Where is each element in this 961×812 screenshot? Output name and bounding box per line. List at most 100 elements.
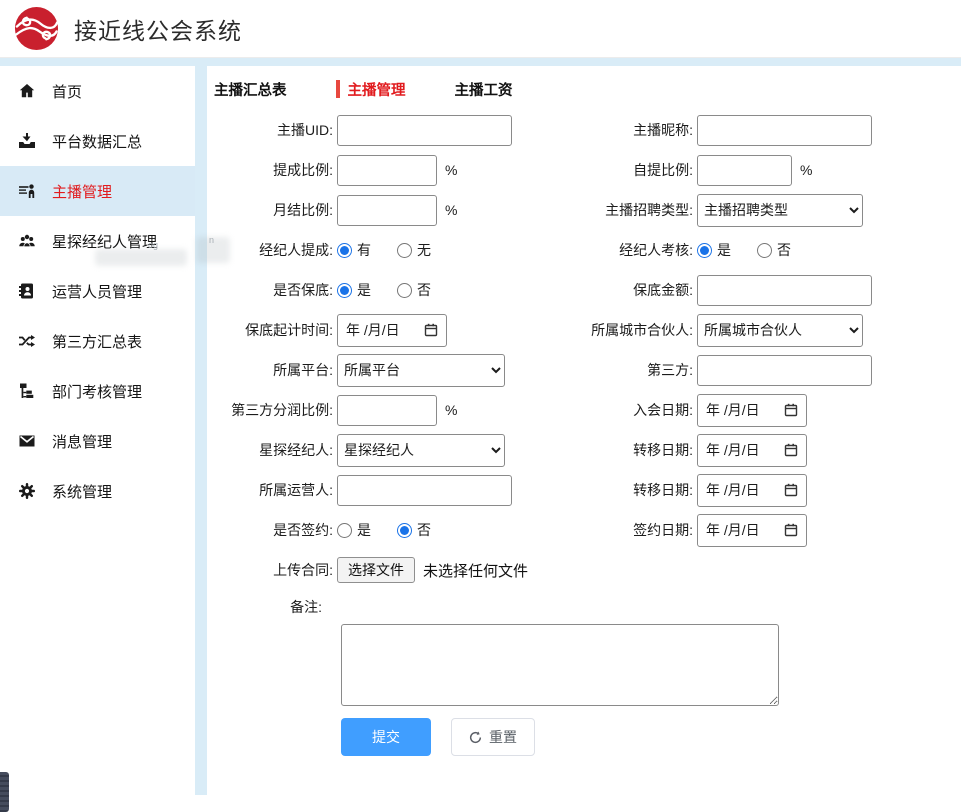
field-label: 所属平台: (211, 360, 337, 380)
field-label: 主播招聘类型: (577, 200, 697, 220)
platform-select[interactable]: 所属平台 (337, 354, 505, 387)
form-actions: 提交 重置 (341, 718, 961, 756)
agent-assess-radio-yes[interactable]: 是 (697, 240, 731, 260)
sidebar-item-anchor-mgmt[interactable]: 主播管理 (0, 166, 195, 216)
field-label: 保底金额: (577, 280, 697, 300)
field-label: 转移日期: (577, 480, 697, 500)
calendar-icon[interactable] (784, 403, 798, 417)
field-label: 是否签约: (211, 520, 337, 540)
sidebar-item-operator-mgmt[interactable]: 运营人员管理 (0, 266, 195, 316)
form-row: 保底金额: (577, 270, 961, 310)
calendar-icon[interactable] (424, 323, 438, 337)
percent-suffix: % (445, 202, 457, 218)
app-header: 接近线公会系统 (0, 0, 961, 58)
form-row: 星探经纪人: 星探经纪人 (211, 430, 577, 470)
field-label: 提成比例: (211, 160, 337, 180)
sidebar-item-label: 运营人员管理 (52, 281, 142, 302)
watermark-smudge (196, 237, 230, 263)
anchor-form: 主播UID: 提成比例: % 月结比例: % 经纪人提成: (211, 110, 961, 756)
tab-bar: 主播汇总表 主播管理 主播工资 (211, 76, 961, 102)
radio-input[interactable] (337, 243, 352, 258)
sidebar-item-home[interactable]: 首页 (0, 66, 195, 116)
radio-input[interactable] (697, 243, 712, 258)
tab-anchor-salary[interactable]: 主播工资 (455, 79, 513, 100)
watermark-smudge (95, 249, 187, 266)
calendar-icon[interactable] (784, 483, 798, 497)
form-row: 主播UID: (211, 110, 577, 150)
sign-contract-radio-no[interactable]: 否 (397, 520, 431, 540)
tab-anchor-summary[interactable]: 主播汇总表 (214, 79, 287, 100)
anchor-nickname-input[interactable] (697, 115, 872, 146)
file-status-text: 未选择任何文件 (423, 560, 528, 581)
scout-agent-select[interactable]: 星探经纪人 (337, 434, 505, 467)
sign-contract-radio-yes[interactable]: 是 (337, 520, 371, 540)
transfer-date-input-2[interactable]: 年 /月/日 (697, 474, 807, 507)
guarantee-radio-no[interactable]: 否 (397, 280, 431, 300)
refresh-icon (469, 731, 482, 744)
form-row: 主播昵称: (577, 110, 961, 150)
radio-input[interactable] (397, 283, 412, 298)
field-label: 是否保底: (211, 280, 337, 300)
sidebar-item-message-mgmt[interactable]: 消息管理 (0, 416, 195, 466)
third-party-input[interactable] (697, 355, 872, 386)
monthly-settle-ratio-input[interactable] (337, 195, 437, 226)
sidebar-item-third-party-summary[interactable]: 第三方汇总表 (0, 316, 195, 366)
field-label: 主播UID: (211, 120, 337, 140)
form-row: 转移日期: 年 /月/日 (577, 470, 961, 510)
form-row: 提成比例: % (211, 150, 577, 190)
city-partner-select[interactable]: 所属城市合伙人 (697, 314, 863, 347)
sidebar-item-label: 首页 (52, 81, 82, 102)
form-row: 所属运营人: (211, 470, 577, 510)
sidebar-item-label: 主播管理 (52, 181, 112, 202)
radio-input[interactable] (337, 523, 352, 538)
agent-assess-radio-no[interactable]: 否 (757, 240, 791, 260)
field-label: 转移日期: (577, 440, 697, 460)
field-label: 所属运营人: (211, 480, 337, 500)
field-label: 经纪人考核: (577, 240, 697, 260)
form-row: 是否签约: 是 否 (211, 510, 577, 550)
operator-input[interactable] (337, 475, 512, 506)
commission-ratio-input[interactable] (337, 155, 437, 186)
agent-commission-radio-yes[interactable]: 有 (337, 240, 371, 260)
edge-widget-handle[interactable] (0, 772, 9, 812)
reset-button[interactable]: 重置 (451, 718, 535, 756)
anchor-uid-input[interactable] (337, 115, 512, 146)
app-title: 接近线公会系统 (74, 12, 242, 46)
join-date-input[interactable]: 年 /月/日 (697, 394, 807, 427)
address-book-icon (17, 282, 37, 300)
choose-file-button[interactable]: 选择文件 (337, 557, 415, 583)
radio-input[interactable] (337, 283, 352, 298)
form-row: 第三方: (577, 350, 961, 390)
sidebar-item-label: 消息管理 (52, 431, 112, 452)
submit-button[interactable]: 提交 (341, 718, 431, 756)
active-tab-marker (336, 80, 340, 98)
remark-textarea[interactable] (341, 624, 779, 706)
field-label: 上传合同: (211, 560, 337, 580)
transfer-date-input[interactable]: 年 /月/日 (697, 434, 807, 467)
users-icon (17, 232, 37, 250)
radio-input[interactable] (757, 243, 772, 258)
recruit-type-select[interactable]: 主播招聘类型 (697, 194, 863, 227)
percent-suffix: % (445, 402, 457, 418)
guarantee-start-date-input[interactable]: 年 /月/日 (337, 314, 447, 347)
guarantee-radio-yes[interactable]: 是 (337, 280, 371, 300)
sign-date-input[interactable]: 年 /月/日 (697, 514, 807, 547)
calendar-icon[interactable] (784, 523, 798, 537)
sidebar-item-system-mgmt[interactable]: 系统管理 (0, 466, 195, 516)
self-ratio-input[interactable] (697, 155, 792, 186)
sidebar-item-dept-assessment[interactable]: 部门考核管理 (0, 366, 195, 416)
calendar-icon[interactable] (784, 443, 798, 457)
field-label: 月结比例: (211, 200, 337, 220)
field-label: 入会日期: (577, 400, 697, 420)
guarantee-amount-input[interactable] (697, 275, 872, 306)
sidebar-item-platform-data[interactable]: 平台数据汇总 (0, 116, 195, 166)
sidebar-item-label: 部门考核管理 (52, 381, 142, 402)
main-content: 主播汇总表 主播管理 主播工资 主播UID: 提成比例: % (207, 66, 961, 756)
third-party-share-ratio-input[interactable] (337, 395, 437, 426)
tab-anchor-mgmt[interactable]: 主播管理 (336, 79, 406, 100)
agent-commission-radio-no[interactable]: 无 (397, 240, 431, 260)
radio-input[interactable] (397, 243, 412, 258)
shuffle-icon (17, 332, 37, 350)
form-row: 主播招聘类型: 主播招聘类型 (577, 190, 961, 230)
radio-input[interactable] (397, 523, 412, 538)
